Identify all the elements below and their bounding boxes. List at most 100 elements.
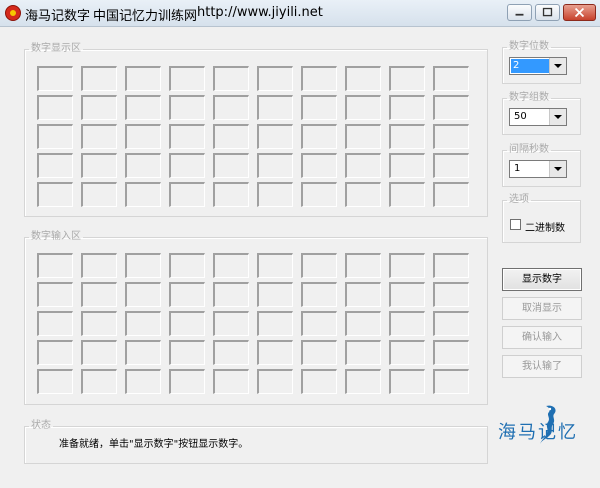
input-cell[interactable] (169, 311, 205, 336)
input-cell[interactable] (81, 253, 117, 278)
display-cell (169, 95, 205, 120)
input-cell[interactable] (125, 282, 161, 307)
app-logo-icon (5, 5, 21, 21)
input-cell[interactable] (301, 311, 337, 336)
digit-count-value: 2 (511, 59, 549, 73)
cancel-display-button[interactable]: 取消显示 (502, 297, 582, 320)
chevron-down-icon[interactable] (549, 58, 566, 74)
display-cell (433, 153, 469, 178)
app-window: 海马记数字 中国记忆力训练网 http://www.jiyili.net 数字显… (0, 0, 600, 488)
input-cell[interactable] (301, 369, 337, 394)
input-cell[interactable] (389, 311, 425, 336)
input-cell[interactable] (389, 253, 425, 278)
input-cell[interactable] (125, 340, 161, 365)
group-count-select[interactable]: 50 (509, 108, 567, 126)
display-cell (389, 153, 425, 178)
window-title: 海马记数字 (25, 9, 91, 24)
input-cell[interactable] (213, 369, 249, 394)
input-cell[interactable] (169, 340, 205, 365)
confirm-input-button[interactable]: 确认输入 (502, 326, 582, 349)
input-cell[interactable] (301, 253, 337, 278)
input-cell[interactable] (37, 340, 73, 365)
display-cell (125, 95, 161, 120)
input-cell[interactable] (81, 282, 117, 307)
input-cell[interactable] (169, 282, 205, 307)
digit-count-select[interactable]: 2 (509, 57, 567, 75)
input-cell[interactable] (125, 311, 161, 336)
minimize-button[interactable] (507, 4, 532, 21)
input-cell[interactable] (389, 340, 425, 365)
display-cell (301, 124, 337, 149)
binary-checkbox[interactable] (510, 219, 521, 230)
input-cell[interactable] (37, 369, 73, 394)
display-cell (257, 66, 293, 91)
input-cell[interactable] (433, 369, 469, 394)
maximize-icon (542, 7, 553, 17)
input-cell[interactable] (257, 311, 293, 336)
digit-count-label: 数字位数 (509, 41, 549, 52)
input-cell[interactable] (213, 340, 249, 365)
input-cell[interactable] (433, 282, 469, 307)
input-cell[interactable] (389, 369, 425, 394)
display-cell (37, 153, 73, 178)
maximize-button[interactable] (535, 4, 560, 21)
display-cell (213, 182, 249, 207)
input-cell[interactable] (433, 253, 469, 278)
display-cell (81, 124, 117, 149)
display-cell (37, 66, 73, 91)
input-cell[interactable] (169, 253, 205, 278)
display-cell (345, 124, 381, 149)
input-cell[interactable] (433, 340, 469, 365)
input-cell[interactable] (37, 311, 73, 336)
input-cell[interactable] (257, 282, 293, 307)
input-cell[interactable] (345, 282, 381, 307)
input-cell[interactable] (345, 311, 381, 336)
show-digits-button[interactable]: 显示数字 (502, 268, 582, 291)
display-cell (257, 124, 293, 149)
chevron-down-icon[interactable] (549, 109, 566, 125)
input-cell[interactable] (257, 253, 293, 278)
input-cell[interactable] (169, 369, 205, 394)
display-cell (345, 66, 381, 91)
display-cell (81, 66, 117, 91)
title-bar[interactable]: 海马记数字 中国记忆力训练网 http://www.jiyili.net (0, 0, 600, 27)
input-cell[interactable] (345, 369, 381, 394)
display-cell (81, 95, 117, 120)
group-count-label: 数字组数 (509, 92, 549, 103)
group-count-value: 50 (514, 111, 527, 122)
display-cell (301, 95, 337, 120)
input-cell[interactable] (213, 253, 249, 278)
display-cell (301, 66, 337, 91)
display-cell (125, 153, 161, 178)
input-cell[interactable] (389, 282, 425, 307)
display-cell (301, 182, 337, 207)
close-icon (574, 7, 585, 18)
input-cell[interactable] (37, 253, 73, 278)
input-cell[interactable] (301, 282, 337, 307)
display-cell (37, 95, 73, 120)
close-button[interactable] (563, 4, 596, 21)
input-cell[interactable] (125, 369, 161, 394)
input-cell[interactable] (301, 340, 337, 365)
input-cell[interactable] (257, 369, 293, 394)
input-cell[interactable] (81, 340, 117, 365)
input-cell[interactable] (345, 340, 381, 365)
input-cell[interactable] (125, 253, 161, 278)
input-cell[interactable] (433, 311, 469, 336)
input-cell[interactable] (257, 340, 293, 365)
display-cell (433, 124, 469, 149)
display-area-label: 数字显示区 (31, 43, 81, 54)
input-cell[interactable] (37, 282, 73, 307)
input-cell[interactable] (81, 311, 117, 336)
chevron-down-icon[interactable] (549, 161, 566, 177)
display-cell (345, 182, 381, 207)
interval-select[interactable]: 1 (509, 160, 567, 178)
input-cell[interactable] (213, 282, 249, 307)
give-up-button[interactable]: 我认输了 (502, 355, 582, 378)
display-cell (433, 66, 469, 91)
display-cell (213, 153, 249, 178)
binary-checkbox-label[interactable]: 二进制数 (525, 219, 565, 234)
input-cell[interactable] (213, 311, 249, 336)
input-cell[interactable] (81, 369, 117, 394)
input-cell[interactable] (345, 253, 381, 278)
